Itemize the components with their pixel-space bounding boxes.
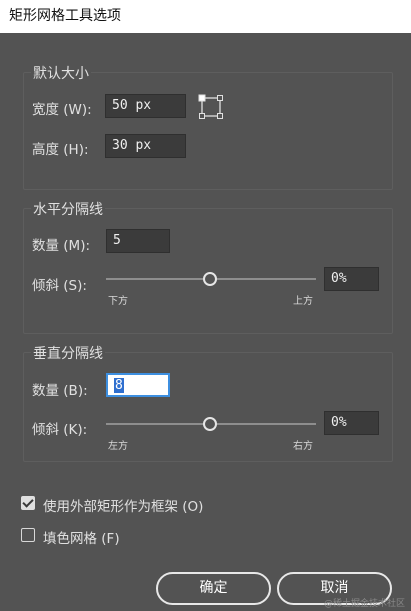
dialog-title: 矩形网格工具选项 (0, 0, 411, 33)
vertical-skew-label: 倾斜 (K): (32, 422, 88, 438)
vertical-dividers-title: 垂直分隔线 (31, 343, 105, 363)
horizontal-skew-input[interactable]: 0% (324, 267, 379, 291)
horizontal-left-tick: 下方 (108, 296, 128, 307)
default-size-title: 默认大小 (31, 63, 91, 83)
use-outer-rect-checkbox[interactable] (21, 496, 35, 510)
reference-point-icon[interactable] (198, 94, 224, 120)
use-outer-rect-label[interactable]: 使用外部矩形作为框架 (O) (43, 495, 203, 515)
horizontal-right-tick: 上方 (293, 296, 313, 307)
vertical-count-label: 数量 (B): (32, 383, 88, 399)
vertical-left-tick: 左方 (108, 441, 128, 452)
horizontal-count-label: 数量 (M): (32, 238, 91, 254)
vertical-right-tick: 右方 (293, 441, 313, 452)
vertical-skew-input[interactable]: 0% (324, 411, 379, 435)
vertical-dividers-group (23, 352, 393, 462)
vertical-skew-thumb[interactable] (203, 417, 217, 431)
width-input[interactable]: 50 px (105, 94, 186, 118)
vertical-count-input[interactable]: 8 (106, 373, 170, 397)
vertical-count-value: 8 (114, 378, 124, 393)
horizontal-dividers-title: 水平分隔线 (31, 199, 105, 219)
horizontal-skew-thumb[interactable] (203, 272, 217, 286)
default-size-group (23, 72, 393, 190)
watermark: @稀土掘金技术社区 (323, 599, 405, 609)
fill-grid-checkbox[interactable] (21, 528, 35, 542)
width-label: 宽度 (W): (32, 102, 92, 118)
ok-button[interactable]: 确定 (156, 572, 271, 605)
height-input[interactable]: 30 px (105, 134, 186, 158)
horizontal-count-input[interactable]: 5 (106, 229, 170, 253)
height-label: 高度 (H): (32, 142, 89, 158)
horizontal-skew-label: 倾斜 (S): (32, 278, 87, 294)
fill-grid-label[interactable]: 填色网格 (F) (43, 527, 120, 547)
